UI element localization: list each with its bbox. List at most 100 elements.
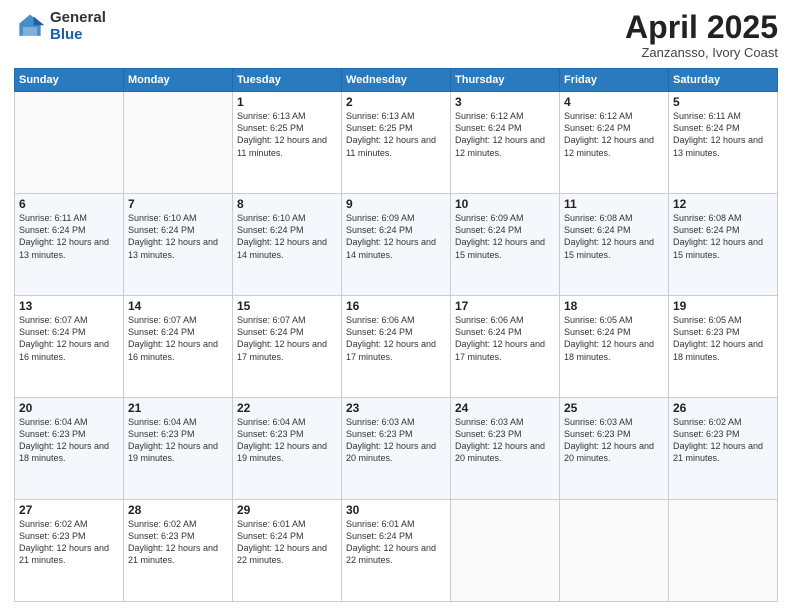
calendar-cell: 29Sunrise: 6:01 AM Sunset: 6:24 PM Dayli… [233,500,342,602]
calendar-week-row: 6Sunrise: 6:11 AM Sunset: 6:24 PM Daylig… [15,194,778,296]
day-info: Sunrise: 6:13 AM Sunset: 6:25 PM Dayligh… [237,110,337,159]
day-info: Sunrise: 6:01 AM Sunset: 6:24 PM Dayligh… [237,518,337,567]
day-header-friday: Friday [560,69,669,92]
day-number: 24 [455,401,555,415]
calendar-header-row: SundayMondayTuesdayWednesdayThursdayFrid… [15,69,778,92]
title-block: April 2025 Zanzansso, Ivory Coast [625,10,778,60]
calendar-cell: 3Sunrise: 6:12 AM Sunset: 6:24 PM Daylig… [451,92,560,194]
day-info: Sunrise: 6:03 AM Sunset: 6:23 PM Dayligh… [455,416,555,465]
day-number: 12 [673,197,773,211]
logo-icon [14,11,46,43]
day-number: 17 [455,299,555,313]
calendar-table: SundayMondayTuesdayWednesdayThursdayFrid… [14,68,778,602]
calendar-cell: 24Sunrise: 6:03 AM Sunset: 6:23 PM Dayli… [451,398,560,500]
day-number: 8 [237,197,337,211]
calendar-cell [669,500,778,602]
day-number: 2 [346,95,446,109]
calendar-cell: 17Sunrise: 6:06 AM Sunset: 6:24 PM Dayli… [451,296,560,398]
calendar-week-row: 20Sunrise: 6:04 AM Sunset: 6:23 PM Dayli… [15,398,778,500]
day-info: Sunrise: 6:04 AM Sunset: 6:23 PM Dayligh… [128,416,228,465]
day-info: Sunrise: 6:09 AM Sunset: 6:24 PM Dayligh… [455,212,555,261]
calendar-cell [124,92,233,194]
calendar-cell: 22Sunrise: 6:04 AM Sunset: 6:23 PM Dayli… [233,398,342,500]
day-header-wednesday: Wednesday [342,69,451,92]
day-info: Sunrise: 6:13 AM Sunset: 6:25 PM Dayligh… [346,110,446,159]
calendar-cell: 13Sunrise: 6:07 AM Sunset: 6:24 PM Dayli… [15,296,124,398]
day-info: Sunrise: 6:07 AM Sunset: 6:24 PM Dayligh… [19,314,119,363]
day-number: 5 [673,95,773,109]
calendar-week-row: 13Sunrise: 6:07 AM Sunset: 6:24 PM Dayli… [15,296,778,398]
calendar-cell: 15Sunrise: 6:07 AM Sunset: 6:24 PM Dayli… [233,296,342,398]
day-header-monday: Monday [124,69,233,92]
day-info: Sunrise: 6:05 AM Sunset: 6:24 PM Dayligh… [564,314,664,363]
calendar-cell [15,92,124,194]
calendar-cell: 27Sunrise: 6:02 AM Sunset: 6:23 PM Dayli… [15,500,124,602]
day-number: 25 [564,401,664,415]
calendar-cell [560,500,669,602]
calendar-week-row: 1Sunrise: 6:13 AM Sunset: 6:25 PM Daylig… [15,92,778,194]
header: General Blue April 2025 Zanzansso, Ivory… [14,10,778,60]
logo-text: General Blue [50,10,106,43]
day-number: 10 [455,197,555,211]
calendar-cell: 10Sunrise: 6:09 AM Sunset: 6:24 PM Dayli… [451,194,560,296]
calendar-cell: 5Sunrise: 6:11 AM Sunset: 6:24 PM Daylig… [669,92,778,194]
calendar-cell: 19Sunrise: 6:05 AM Sunset: 6:23 PM Dayli… [669,296,778,398]
day-number: 7 [128,197,228,211]
day-info: Sunrise: 6:08 AM Sunset: 6:24 PM Dayligh… [564,212,664,261]
day-number: 6 [19,197,119,211]
day-info: Sunrise: 6:02 AM Sunset: 6:23 PM Dayligh… [673,416,773,465]
day-number: 21 [128,401,228,415]
calendar-cell: 20Sunrise: 6:04 AM Sunset: 6:23 PM Dayli… [15,398,124,500]
day-number: 11 [564,197,664,211]
day-info: Sunrise: 6:04 AM Sunset: 6:23 PM Dayligh… [19,416,119,465]
calendar-cell: 16Sunrise: 6:06 AM Sunset: 6:24 PM Dayli… [342,296,451,398]
calendar-cell [451,500,560,602]
day-info: Sunrise: 6:11 AM Sunset: 6:24 PM Dayligh… [19,212,119,261]
day-info: Sunrise: 6:05 AM Sunset: 6:23 PM Dayligh… [673,314,773,363]
calendar-cell: 11Sunrise: 6:08 AM Sunset: 6:24 PM Dayli… [560,194,669,296]
calendar-cell: 2Sunrise: 6:13 AM Sunset: 6:25 PM Daylig… [342,92,451,194]
day-number: 14 [128,299,228,313]
calendar-cell: 6Sunrise: 6:11 AM Sunset: 6:24 PM Daylig… [15,194,124,296]
day-number: 26 [673,401,773,415]
day-number: 22 [237,401,337,415]
day-info: Sunrise: 6:01 AM Sunset: 6:24 PM Dayligh… [346,518,446,567]
calendar-cell: 14Sunrise: 6:07 AM Sunset: 6:24 PM Dayli… [124,296,233,398]
day-number: 1 [237,95,337,109]
logo-blue: Blue [50,27,106,44]
day-number: 19 [673,299,773,313]
day-number: 15 [237,299,337,313]
day-number: 13 [19,299,119,313]
calendar-cell: 12Sunrise: 6:08 AM Sunset: 6:24 PM Dayli… [669,194,778,296]
day-header-sunday: Sunday [15,69,124,92]
day-number: 20 [19,401,119,415]
calendar-cell: 4Sunrise: 6:12 AM Sunset: 6:24 PM Daylig… [560,92,669,194]
calendar-cell: 7Sunrise: 6:10 AM Sunset: 6:24 PM Daylig… [124,194,233,296]
calendar-cell: 8Sunrise: 6:10 AM Sunset: 6:24 PM Daylig… [233,194,342,296]
day-info: Sunrise: 6:11 AM Sunset: 6:24 PM Dayligh… [673,110,773,159]
day-number: 18 [564,299,664,313]
day-info: Sunrise: 6:02 AM Sunset: 6:23 PM Dayligh… [128,518,228,567]
calendar-cell: 1Sunrise: 6:13 AM Sunset: 6:25 PM Daylig… [233,92,342,194]
day-info: Sunrise: 6:03 AM Sunset: 6:23 PM Dayligh… [346,416,446,465]
day-number: 27 [19,503,119,517]
calendar-cell: 28Sunrise: 6:02 AM Sunset: 6:23 PM Dayli… [124,500,233,602]
day-info: Sunrise: 6:06 AM Sunset: 6:24 PM Dayligh… [455,314,555,363]
day-header-tuesday: Tuesday [233,69,342,92]
calendar-cell: 18Sunrise: 6:05 AM Sunset: 6:24 PM Dayli… [560,296,669,398]
day-header-saturday: Saturday [669,69,778,92]
calendar-cell: 9Sunrise: 6:09 AM Sunset: 6:24 PM Daylig… [342,194,451,296]
logo-general: General [50,10,106,27]
page: General Blue April 2025 Zanzansso, Ivory… [0,0,792,612]
day-info: Sunrise: 6:09 AM Sunset: 6:24 PM Dayligh… [346,212,446,261]
day-info: Sunrise: 6:03 AM Sunset: 6:23 PM Dayligh… [564,416,664,465]
day-info: Sunrise: 6:12 AM Sunset: 6:24 PM Dayligh… [455,110,555,159]
day-number: 30 [346,503,446,517]
day-info: Sunrise: 6:10 AM Sunset: 6:24 PM Dayligh… [237,212,337,261]
day-header-thursday: Thursday [451,69,560,92]
calendar-cell: 21Sunrise: 6:04 AM Sunset: 6:23 PM Dayli… [124,398,233,500]
location-subtitle: Zanzansso, Ivory Coast [625,45,778,60]
day-number: 9 [346,197,446,211]
calendar-cell: 30Sunrise: 6:01 AM Sunset: 6:24 PM Dayli… [342,500,451,602]
calendar-cell: 26Sunrise: 6:02 AM Sunset: 6:23 PM Dayli… [669,398,778,500]
